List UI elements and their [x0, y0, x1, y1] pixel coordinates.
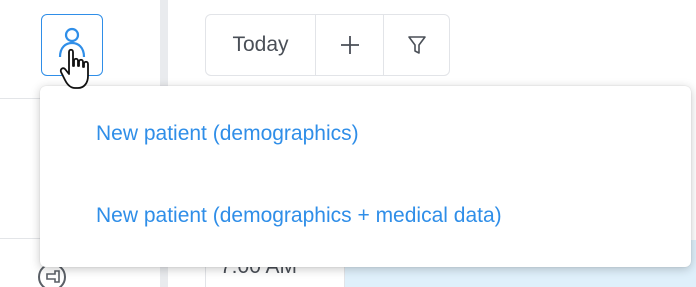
today-label: Today — [232, 33, 289, 56]
hand-cursor-icon — [59, 48, 89, 89]
add-appointment-button[interactable] — [316, 15, 384, 75]
calendar-toolbar: Today — [205, 14, 450, 76]
filter-button[interactable] — [384, 15, 449, 75]
new-patient-dropdown: New patient (demographics) New patient (… — [40, 86, 691, 267]
plus-icon — [340, 36, 359, 54]
menu-item-label: New patient (demographics + medical data… — [96, 204, 502, 227]
menu-item-new-patient-medical[interactable]: New patient (demographics + medical data… — [40, 186, 691, 246]
today-button[interactable]: Today — [206, 15, 316, 75]
menu-item-label: New patient (demographics) — [96, 122, 359, 145]
app-viewport: Today 7:00 AM New patient (demographics)… — [0, 0, 696, 287]
menu-item-new-patient-demographics[interactable]: New patient (demographics) — [40, 104, 691, 164]
filter-icon — [407, 36, 426, 54]
